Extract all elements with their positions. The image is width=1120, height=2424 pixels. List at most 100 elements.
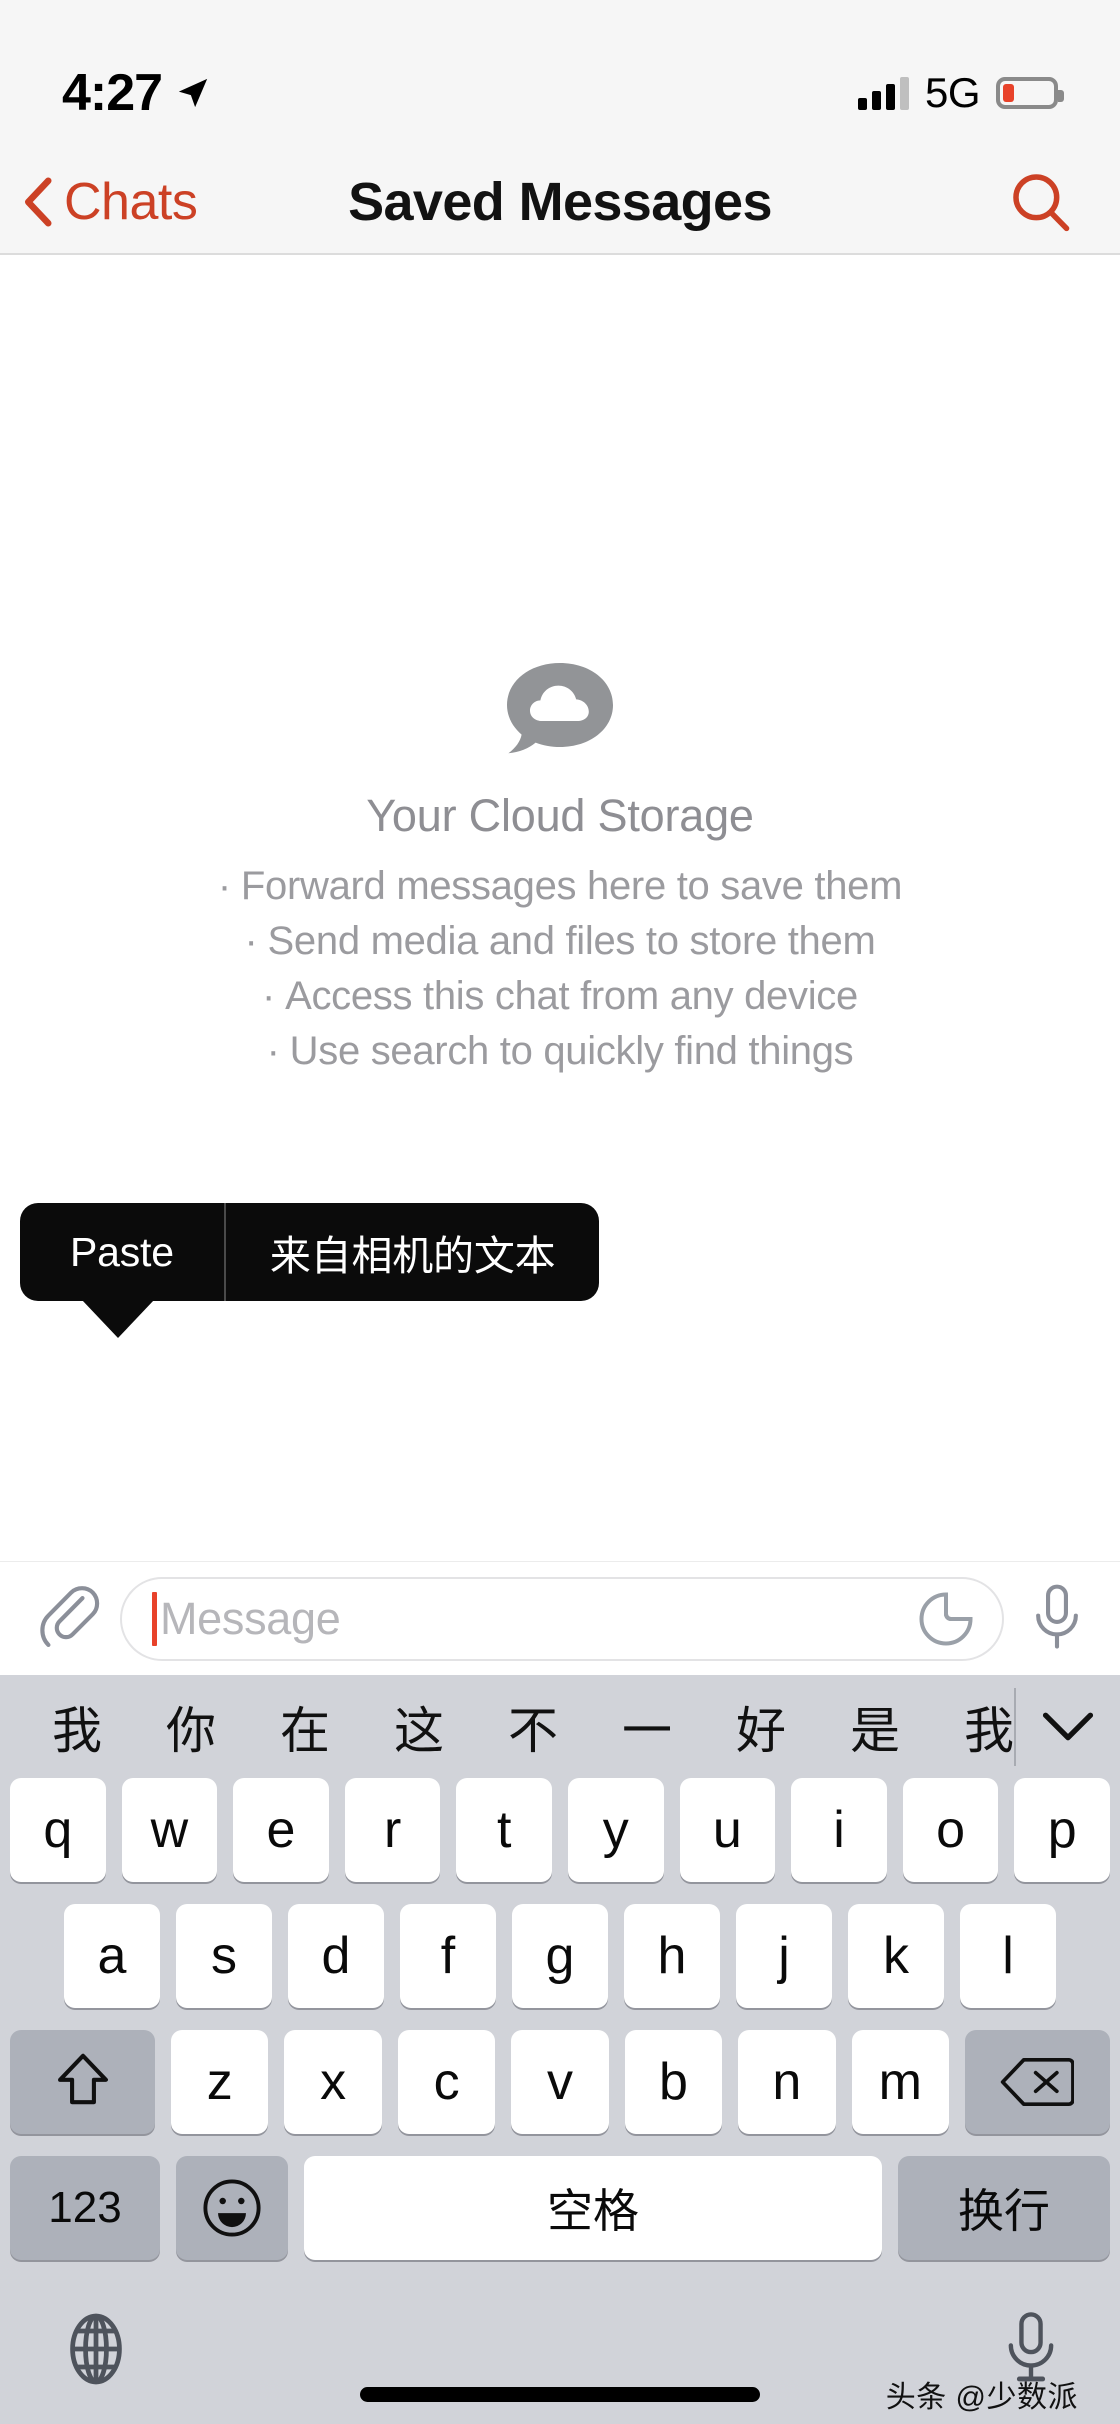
voice-record-button[interactable] bbox=[1028, 1581, 1086, 1657]
suggestion-item[interactable]: 是 bbox=[818, 1691, 932, 1763]
search-icon bbox=[1013, 173, 1070, 231]
attach-button[interactable] bbox=[34, 1584, 104, 1654]
navigation-bar: Chats Saved Messages bbox=[0, 150, 1120, 255]
key-o[interactable]: o bbox=[902, 1778, 999, 1882]
message-placeholder: Message bbox=[160, 1592, 341, 1644]
key-t[interactable]: t bbox=[456, 1778, 552, 1882]
language-switch-button[interactable] bbox=[58, 2311, 134, 2387]
suggestion-item[interactable]: 我 bbox=[932, 1691, 1014, 1763]
key-f[interactable]: f bbox=[400, 1904, 496, 2008]
globe-icon bbox=[70, 2313, 122, 2385]
on-screen-keyboard: 我 你 在 这 不 一 好 是 我 q w e r t y u i o p a … bbox=[0, 1675, 1120, 2424]
sticker-button[interactable] bbox=[916, 1589, 976, 1649]
key-n[interactable]: n bbox=[738, 2030, 836, 2134]
key-j[interactable]: j bbox=[736, 1904, 832, 2008]
key-v[interactable]: v bbox=[511, 2030, 609, 2134]
shift-icon bbox=[57, 2053, 108, 2105]
key-u[interactable]: u bbox=[679, 1778, 776, 1882]
emoji-key[interactable] bbox=[176, 2156, 288, 2260]
key-q[interactable]: q bbox=[10, 1778, 106, 1882]
bullet-dot: · bbox=[217, 864, 231, 908]
empty-state-title: Your Cloud Storage bbox=[366, 790, 754, 841]
key-m[interactable]: m bbox=[851, 2030, 949, 2134]
suggestion-item[interactable]: 我 bbox=[20, 1691, 134, 1763]
bullet-dot: · bbox=[244, 919, 258, 963]
list-item-label: Access this chat from any device bbox=[285, 974, 858, 1018]
empty-state-list: · Forward messages here to save them · Sen… bbox=[217, 864, 903, 1074]
text-from-camera-menu-item[interactable]: 来自相机的文本 bbox=[223, 1203, 600, 1301]
list-item: · Use search to quickly find things bbox=[267, 1029, 854, 1074]
key-k[interactable]: k bbox=[848, 1904, 944, 2008]
suggestion-item[interactable]: 好 bbox=[704, 1691, 818, 1763]
key-i[interactable]: i bbox=[791, 1778, 887, 1882]
chevron-left-icon bbox=[20, 177, 54, 227]
keyboard-footer-bar: 头条 @少数派 bbox=[0, 2274, 1120, 2424]
list-item: · Forward messages here to save them bbox=[217, 864, 903, 909]
return-key[interactable]: 换行 bbox=[898, 2156, 1110, 2260]
key-a[interactable]: a bbox=[64, 1904, 160, 2008]
list-item: · Send media and files to store them bbox=[245, 919, 876, 964]
list-item-label: Send media and files to store them bbox=[267, 919, 876, 963]
key-h[interactable]: h bbox=[624, 1904, 720, 2008]
network-label: 5G bbox=[924, 69, 981, 116]
keyboard-suggestion-bar: 我 你 在 这 不 一 好 是 我 bbox=[0, 1675, 1120, 1778]
watermark-label: 头条 @少数派 bbox=[885, 2381, 1078, 2414]
paperclip-icon bbox=[40, 1585, 100, 1647]
suggestion-expand-button[interactable] bbox=[1016, 1711, 1120, 1743]
cellular-signal-icon bbox=[857, 76, 909, 110]
key-e[interactable]: e bbox=[233, 1778, 329, 1882]
key-r[interactable]: r bbox=[344, 1778, 441, 1882]
key-z[interactable]: z bbox=[171, 2030, 269, 2134]
status-bar-left: 4:27 bbox=[62, 63, 210, 123]
key-w[interactable]: w bbox=[121, 1778, 218, 1882]
key-x[interactable]: x bbox=[284, 2030, 382, 2134]
key-b[interactable]: b bbox=[624, 2030, 723, 2134]
message-input[interactable]: Message bbox=[120, 1576, 1004, 1661]
bullet-dot: · bbox=[266, 1029, 280, 1073]
backspace-icon bbox=[1001, 2057, 1075, 2107]
suggestion-item[interactable]: 一 bbox=[590, 1691, 704, 1763]
suggestion-item[interactable]: 在 bbox=[248, 1691, 362, 1763]
key-p[interactable]: p bbox=[1014, 1778, 1110, 1882]
suggestion-item[interactable]: 你 bbox=[134, 1691, 248, 1763]
list-item-label: Forward messages here to save them bbox=[240, 864, 903, 908]
keyboard-row-3: z x c v b n m bbox=[10, 2030, 1110, 2134]
text-caret bbox=[152, 1591, 157, 1646]
key-y[interactable]: y bbox=[568, 1778, 664, 1882]
back-button[interactable]: Chats bbox=[0, 172, 198, 232]
paste-menu-pointer bbox=[82, 1300, 154, 1338]
suggestion-item[interactable]: 不 bbox=[476, 1691, 590, 1763]
location-arrow-icon bbox=[176, 76, 210, 110]
keyboard-row-2: a s d f g h j k l bbox=[10, 1904, 1110, 2008]
home-indicator[interactable] bbox=[360, 2387, 760, 2402]
backspace-key[interactable] bbox=[964, 2030, 1110, 2134]
space-key[interactable]: 空格 bbox=[304, 2156, 882, 2260]
phone-screen: 4:27 5G Chats Saved Messages Your Cloud … bbox=[0, 0, 1120, 2424]
back-button-label: Chats bbox=[64, 172, 198, 231]
key-g[interactable]: g bbox=[512, 1904, 608, 2008]
paste-menu-item[interactable]: Paste bbox=[20, 1203, 224, 1301]
suggestion-item[interactable]: 这 bbox=[362, 1691, 476, 1763]
suggestion-list[interactable]: 我 你 在 这 不 一 好 是 我 bbox=[0, 1691, 1014, 1763]
keyboard-row-1: q w e r t y u i o p bbox=[10, 1778, 1110, 1882]
search-button[interactable] bbox=[1008, 169, 1074, 235]
sticker-icon bbox=[919, 1591, 973, 1645]
list-item-label: Use search to quickly find things bbox=[289, 1029, 854, 1073]
key-d[interactable]: d bbox=[288, 1904, 384, 2008]
status-bar-right: 5G bbox=[857, 69, 1064, 117]
shift-key[interactable] bbox=[10, 2030, 156, 2134]
key-c[interactable]: c bbox=[397, 2030, 496, 2134]
list-item: · Access this chat from any device bbox=[262, 974, 858, 1019]
paste-context-menu[interactable]: Paste 来自相机的文本 bbox=[20, 1203, 600, 1301]
key-l[interactable]: l bbox=[960, 1904, 1056, 2008]
status-bar: 4:27 5G bbox=[0, 0, 1120, 150]
status-time: 4:27 bbox=[62, 64, 163, 122]
bullet-dot: · bbox=[262, 974, 276, 1018]
key-s[interactable]: s bbox=[176, 1904, 272, 2008]
keyboard-row-4: 123 空格 换行 bbox=[10, 2156, 1110, 2260]
microphone-icon bbox=[1036, 1584, 1078, 1649]
numeric-key[interactable]: 123 bbox=[10, 2156, 160, 2260]
chat-message-area: Your Cloud Storage · Forward messages her… bbox=[0, 255, 1120, 1561]
emoji-smiley-icon bbox=[203, 2179, 261, 2237]
battery-low-icon bbox=[996, 77, 1064, 109]
